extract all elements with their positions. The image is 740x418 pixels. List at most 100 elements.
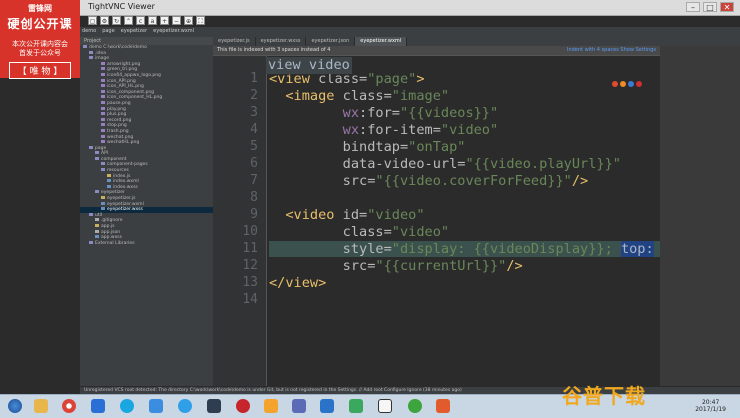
file-icon <box>101 67 105 71</box>
tree-item-label: index.js <box>113 173 131 179</box>
maximize-button[interactable]: □ <box>703 2 717 12</box>
minimize-button[interactable]: – <box>686 2 700 12</box>
app-icon[interactable] <box>292 399 306 413</box>
chrome-taskbar-icon[interactable] <box>62 399 76 413</box>
fullscreen-icon[interactable]: ⛶ <box>196 16 205 25</box>
refresh-icon[interactable]: ↻ <box>112 16 121 25</box>
code-line-9: <video id="video" <box>285 207 425 223</box>
netease-icon[interactable] <box>236 399 250 413</box>
tree-item-label: image <box>95 56 110 62</box>
clock[interactable]: 20:47 2017/1/19 <box>695 399 726 413</box>
zoom-in-icon[interactable]: + <box>160 16 169 25</box>
ie-icon[interactable] <box>628 81 634 87</box>
alt-icon[interactable]: a <box>148 16 157 25</box>
wechat-devtool-icon[interactable] <box>349 399 363 413</box>
tree-items: .idea image arrowright.png green_tri.png ico… <box>80 50 213 247</box>
tree-item-label: plus.png <box>107 112 127 118</box>
tightvnc-icon[interactable] <box>378 399 392 413</box>
terminal-icon[interactable] <box>207 399 221 413</box>
zoom-fit-icon[interactable]: ⊕ <box>184 16 193 25</box>
tree-item-label: icon_component.png <box>107 89 155 95</box>
start-icon[interactable] <box>8 399 22 413</box>
file-icon <box>101 134 105 138</box>
tree-item-label: .gitignore <box>101 218 123 224</box>
banner-button[interactable]: 【 唯 物 】 <box>8 62 72 79</box>
breadcrumb-item[interactable]: demo <box>82 28 96 34</box>
code-line-13: </view> <box>269 275 327 291</box>
project-header[interactable]: Project <box>80 37 213 45</box>
ctrl-icon[interactable]: c <box>136 16 145 25</box>
explorer-icon[interactable] <box>34 399 48 413</box>
close-button[interactable]: ✕ <box>720 2 734 12</box>
file-icon <box>89 212 93 216</box>
line-number: 9 <box>250 207 258 222</box>
code-line-2: <image class="image" <box>285 88 450 104</box>
tree-item-label: wechatHL.png <box>107 140 140 146</box>
code-line-10: class="video" <box>342 224 450 240</box>
office-icon[interactable] <box>264 399 278 413</box>
line-number: 12 <box>242 258 258 273</box>
code-line-4: wx:for-item="video" <box>342 122 499 138</box>
tree-item-label: component-pages <box>107 162 148 168</box>
file-icon <box>101 123 105 127</box>
breadcrumb-item[interactable]: eyepetizer <box>121 28 147 34</box>
notice-links[interactable]: Indent with 4 spaces Show Settings <box>567 47 656 53</box>
code-line-6: data-video-url="{{video.playUrl}}" <box>342 156 621 172</box>
editor-tabs: eyepetizer.js eyepetizer.wxss eyepetizer… <box>213 37 740 46</box>
firefox-icon[interactable] <box>620 81 626 87</box>
breadcrumb-item[interactable]: eyepetizer.wxml <box>153 28 194 34</box>
file-icon <box>107 184 111 188</box>
tree-item-label: eyepetizer.js <box>107 196 136 202</box>
notice-text: This file is indexed with 3 spaces inste… <box>217 47 331 53</box>
new-connection-icon[interactable]: ▢ <box>88 16 97 25</box>
opera-icon[interactable] <box>636 81 642 87</box>
browser-preview-icons <box>612 81 642 87</box>
tab-eyepetizer-wxss[interactable]: eyepetizer.wxss <box>256 37 307 46</box>
file-icon <box>95 218 99 222</box>
tab-eyepetizer-wxml[interactable]: eyepetizer.wxml <box>355 37 408 46</box>
line-number: 2 <box>250 88 258 103</box>
plane-icon[interactable] <box>149 399 163 413</box>
file-icon <box>101 72 105 76</box>
tree-item-label: API <box>101 151 109 157</box>
zoom-out-icon[interactable]: − <box>172 16 181 25</box>
breadcrumb-item[interactable]: page <box>102 28 115 34</box>
file-icon <box>95 190 99 194</box>
word-icon[interactable] <box>320 399 334 413</box>
file-icon <box>101 168 105 172</box>
tab-eyepetizer-js[interactable]: eyepetizer.js <box>213 37 256 46</box>
tree-item-label: eyepetizer.wxss <box>107 207 143 213</box>
tab-eyepetizer-json[interactable]: eyepetizer.json <box>306 37 356 46</box>
file-icon <box>95 151 99 155</box>
file-icon <box>95 224 99 227</box>
window-controls: – □ ✕ <box>686 2 734 12</box>
chrome-icon[interactable] <box>612 81 618 87</box>
file-icon <box>101 196 105 200</box>
sogou-icon[interactable] <box>120 399 134 413</box>
breadcrumb: demo page eyepetizer eyepetizer.wxml <box>82 28 194 34</box>
line-number: 14 <box>242 292 258 307</box>
right-panel <box>660 46 740 386</box>
file-icon <box>89 50 93 54</box>
tree-item-label: green_tri.png <box>107 67 138 73</box>
wechat-icon[interactable] <box>408 399 422 413</box>
line-number: 10 <box>242 224 258 239</box>
file-icon <box>101 106 105 110</box>
line-number: 5 <box>250 139 258 154</box>
promo-banner: 雷锋网 硬创公开课 本次公开课内容会 首发于公众号 【 唯 物 】 <box>0 0 80 79</box>
media-icon[interactable] <box>91 399 105 413</box>
options-icon[interactable]: ⚙ <box>100 16 109 25</box>
player-icon[interactable] <box>178 399 192 413</box>
file-icon <box>101 117 105 121</box>
ide-icon[interactable] <box>436 399 450 413</box>
line-number: 4 <box>250 122 258 137</box>
code-area[interactable]: <view class="page"> <image class="image"… <box>269 56 660 386</box>
tree-item-label: eyepetizer.wxml <box>107 201 144 207</box>
file-icon <box>89 56 93 60</box>
code-editor[interactable]: 1 2 3 4 5 6 7 8 9 10 11 12 13 14 <view class="page"> … <box>213 56 660 386</box>
tree-item-label: icon_API_HL.png <box>107 84 144 90</box>
tree-item-label: wechat.png <box>107 134 134 140</box>
tree-item[interactable]: External Libraries <box>80 240 213 247</box>
tree-item-label: trash.png <box>107 128 129 134</box>
ctrl-alt-del-icon[interactable]: ⌃ <box>124 16 133 25</box>
